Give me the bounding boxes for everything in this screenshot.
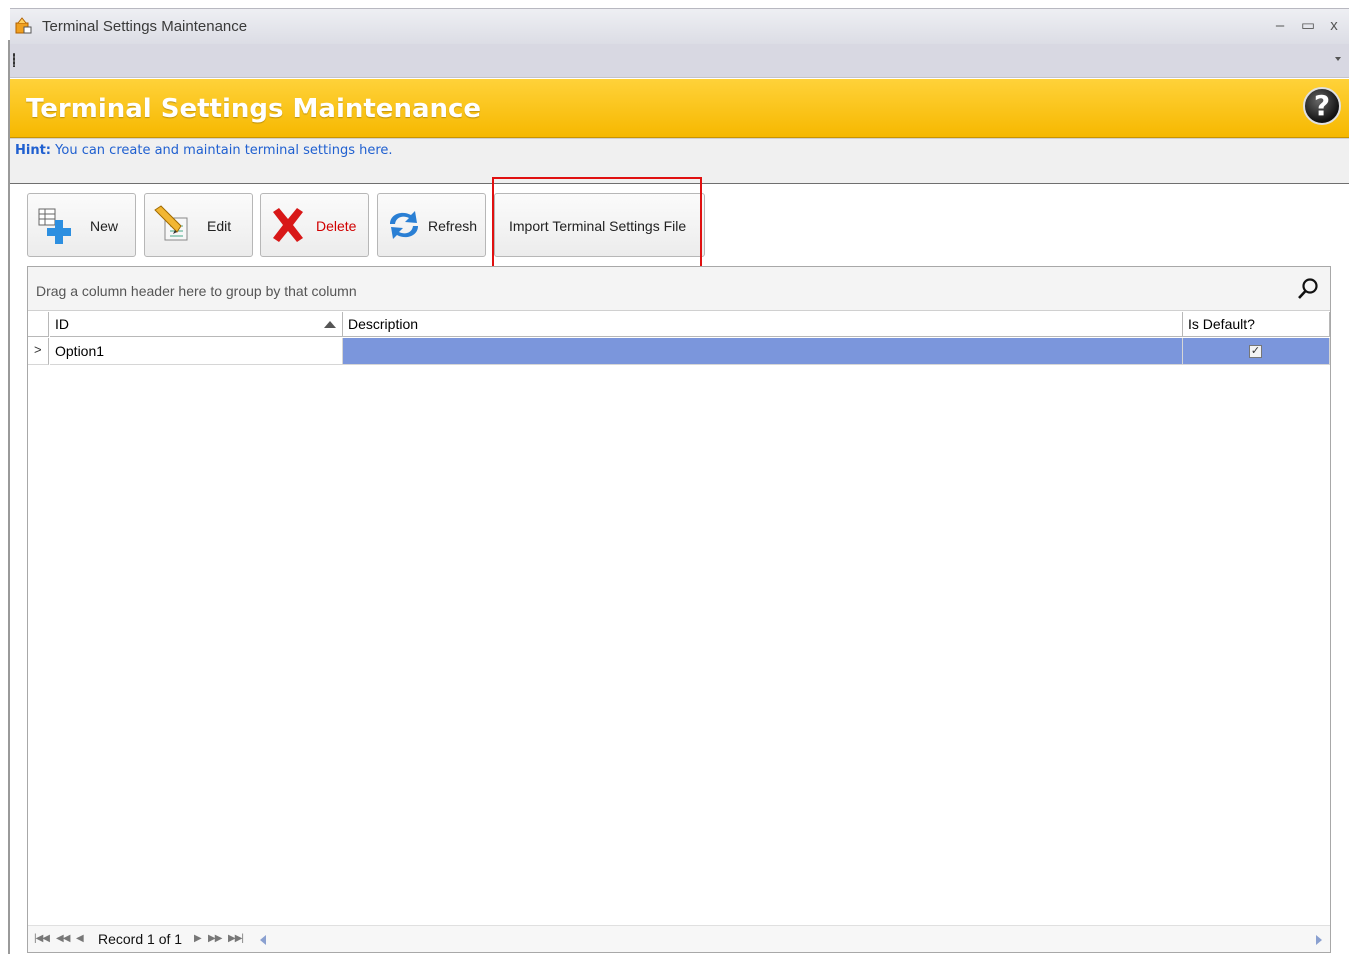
search-icon[interactable] [1296, 277, 1320, 301]
next-page-button[interactable]: ▶▶ [208, 933, 222, 944]
group-panel[interactable]: Drag a column header here to group by th… [28, 267, 1330, 311]
close-button[interactable]: x [1323, 15, 1345, 37]
hint-label: Hint: [15, 143, 52, 158]
header-banner: Terminal Settings Maintenance ? [10, 79, 1349, 138]
cell-description[interactable] [343, 338, 1183, 365]
row-indicator-icon[interactable]: > [28, 338, 49, 365]
hint-message: You can create and maintain terminal set… [51, 143, 393, 158]
record-navigator: |◀◀ ◀◀ ◀ Record 1 of 1 ▶ ▶▶ ▶▶| [28, 925, 1330, 952]
column-header-description[interactable]: Description [343, 312, 1183, 337]
menu-strip [10, 44, 1349, 78]
column-header-label: Is Default? [1188, 316, 1255, 332]
maximize-button[interactable]: ▭ [1297, 15, 1319, 37]
column-header-label: Description [348, 316, 419, 332]
column-header-is-default[interactable]: Is Default? [1183, 312, 1330, 337]
refresh-label: Refresh [428, 218, 478, 234]
app-icon [15, 17, 32, 34]
refresh-icon [390, 211, 418, 239]
new-record-icon [38, 208, 71, 244]
group-panel-text: Drag a column header here to group by th… [36, 283, 357, 299]
previous-page-button[interactable]: ◀◀ [56, 933, 70, 944]
import-label: Import Terminal Settings File [509, 218, 687, 234]
help-icon[interactable]: ? [1303, 87, 1341, 125]
column-header-id[interactable]: ID [50, 312, 343, 337]
app-window: Terminal Settings Maintenance – ▭ x Term… [0, 0, 1349, 954]
hint-bar: Hint: You can create and maintain termin… [10, 138, 1349, 184]
chevron-down-icon[interactable] [1335, 57, 1341, 61]
refresh-button[interactable]: Refresh [377, 193, 486, 257]
grip-icon[interactable] [13, 53, 15, 67]
settings-grid: Drag a column header here to group by th… [27, 266, 1331, 953]
cell-id[interactable]: Option1 [50, 338, 343, 365]
edit-icon [154, 205, 188, 241]
edit-button[interactable]: Edit [144, 193, 253, 257]
new-button[interactable]: New [27, 193, 136, 257]
column-header-label: ID [55, 316, 69, 332]
first-record-button[interactable]: |◀◀ [34, 933, 50, 944]
import-terminal-settings-button[interactable]: Import Terminal Settings File [494, 193, 705, 257]
next-record-button[interactable]: ▶ [194, 933, 202, 944]
delete-icon [273, 208, 303, 242]
edit-label: Edit [207, 218, 232, 234]
hint-text: Hint: You can create and maintain termin… [15, 143, 393, 158]
row-indicator-header [28, 312, 49, 337]
minimize-button[interactable]: – [1269, 15, 1291, 37]
last-record-button[interactable]: ▶▶| [228, 933, 244, 944]
title-bar[interactable]: Terminal Settings Maintenance – ▭ x [10, 8, 1349, 44]
window-title: Terminal Settings Maintenance [42, 18, 248, 35]
sort-ascending-icon [324, 321, 336, 328]
is-default-checkbox[interactable]: ✓ [1249, 345, 1262, 358]
delete-label: Delete [316, 218, 357, 234]
scroll-right-icon[interactable] [1316, 935, 1322, 945]
cell-is-default[interactable]: ✓ [1183, 338, 1330, 365]
new-label: New [90, 218, 119, 234]
scroll-left-icon[interactable] [260, 935, 266, 945]
page-title: Terminal Settings Maintenance [26, 94, 482, 124]
table-row[interactable]: > Option1 ✓ [28, 338, 1330, 365]
previous-record-button[interactable]: ◀ [76, 933, 84, 944]
record-count: Record 1 of 1 [98, 931, 183, 947]
delete-button[interactable]: Delete [260, 193, 369, 257]
